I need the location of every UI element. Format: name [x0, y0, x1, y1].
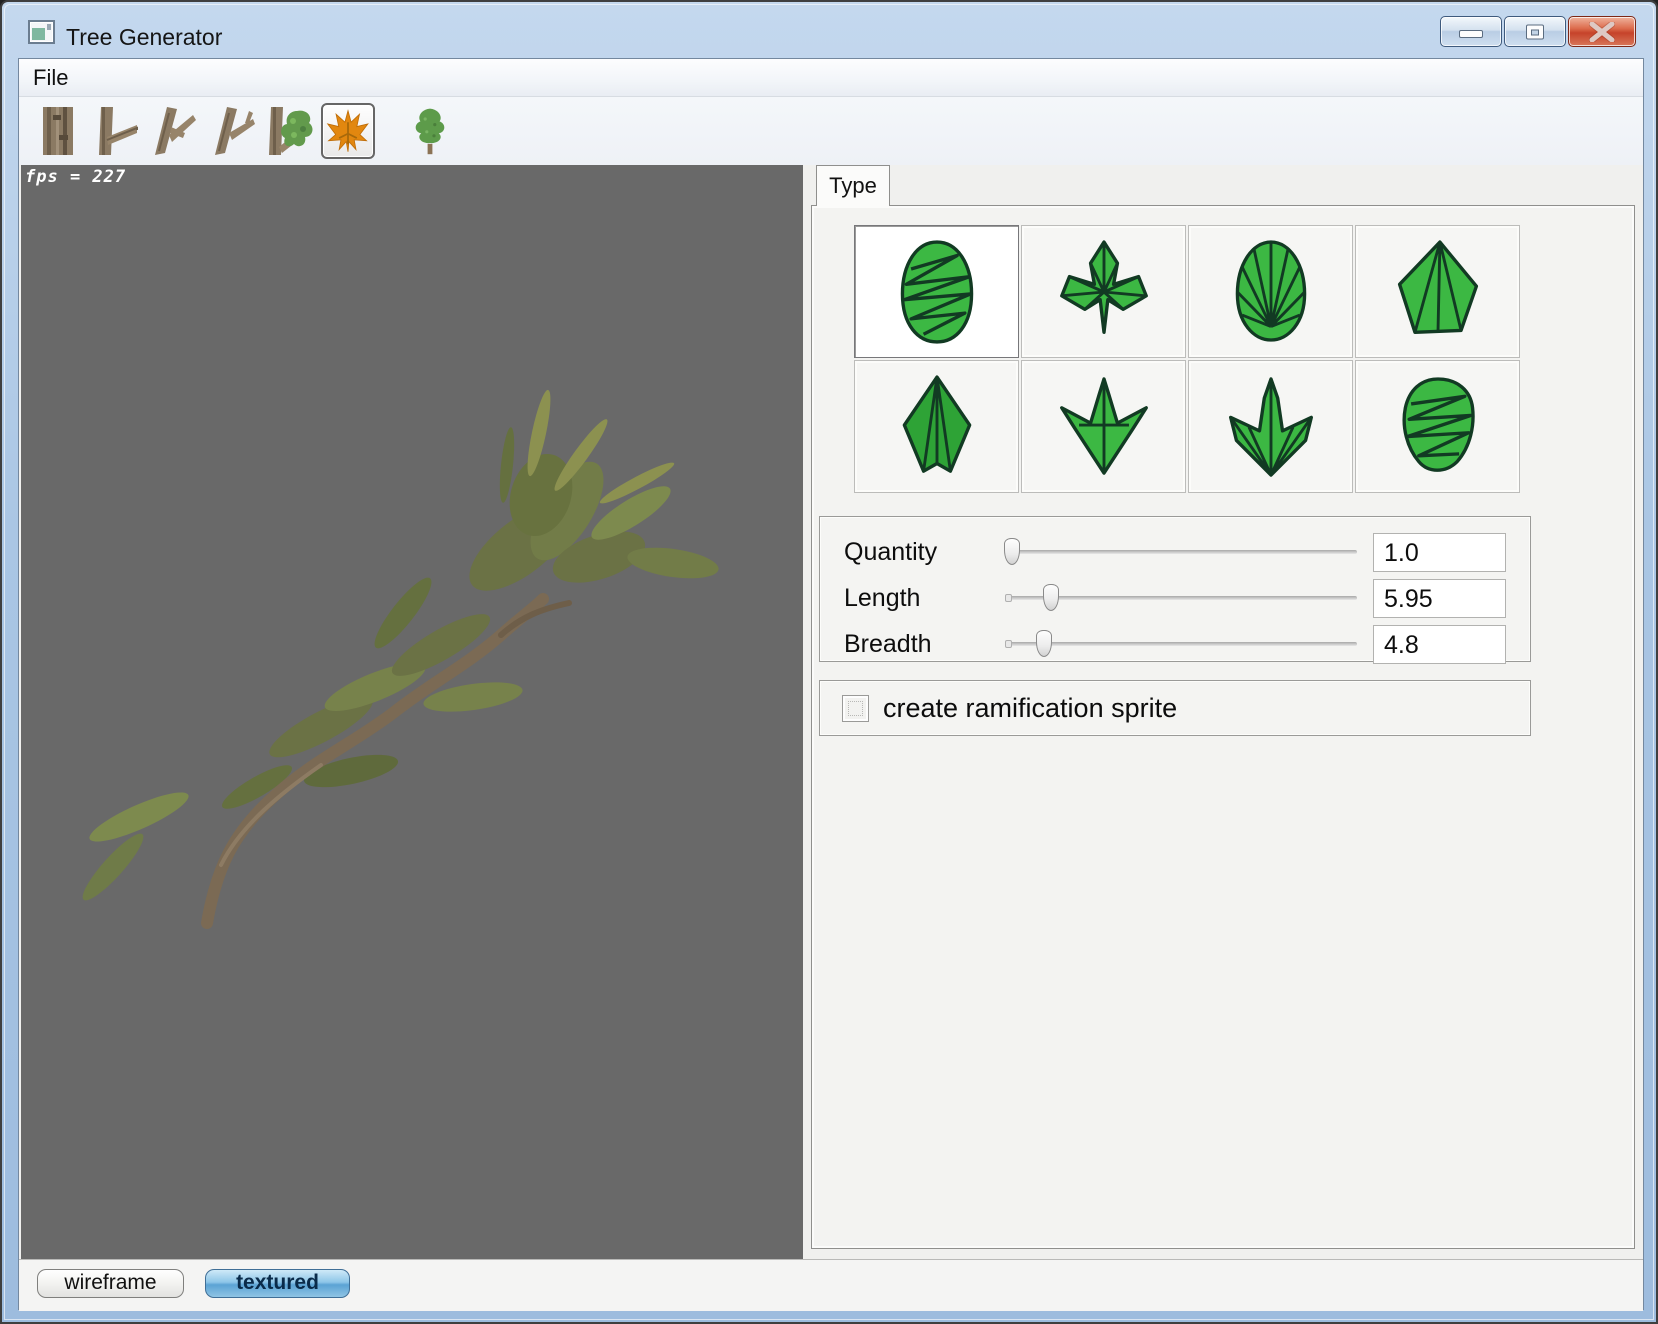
ivy-trilobe-leaf-icon [1056, 234, 1152, 350]
quantity-label: Quantity [844, 538, 937, 567]
minimize-button[interactable] [1440, 16, 1502, 47]
branch-render [21, 165, 803, 1259]
breadth-slider-tick [1005, 640, 1012, 648]
leaf-type-birdfoot-spikes[interactable] [1021, 360, 1186, 493]
birdfoot-spikes-leaf-icon [1056, 369, 1152, 485]
maximize-icon [1526, 24, 1544, 39]
close-icon [1589, 22, 1615, 42]
kite-fan-leaf-icon [1390, 234, 1486, 350]
menu-file[interactable]: File [19, 59, 82, 97]
length-slider-tick [1005, 594, 1012, 602]
leaf-type-ivy-trilobe[interactable] [1021, 225, 1186, 358]
oval-radial-fan-leaf-icon [1223, 234, 1319, 350]
footer-bar: wireframe textured [19, 1259, 1643, 1311]
tree-icon [410, 107, 450, 155]
app-window: Tree Generator File [0, 0, 1658, 1324]
breadth-slider-track[interactable] [1005, 642, 1357, 646]
breadth-slider-thumb[interactable] [1036, 630, 1052, 657]
length-slider[interactable] [1005, 575, 1357, 621]
quantity-slider-thumb[interactable] [1004, 538, 1020, 565]
menubar: File [19, 59, 1643, 97]
toolbar [19, 97, 1643, 165]
branch-foliage-icon [267, 107, 313, 155]
branch-twig-icon [209, 107, 255, 155]
toolbar-branch-twig-button[interactable] [205, 103, 259, 159]
render-viewport[interactable]: fps = 227 [21, 165, 803, 1259]
textured-button[interactable]: textured [205, 1269, 350, 1298]
close-button[interactable] [1568, 16, 1636, 47]
window-title: Tree Generator [66, 24, 222, 51]
leaf-shape-grid [854, 225, 1520, 493]
length-label: Length [844, 584, 920, 613]
breadth-slider[interactable] [1005, 621, 1357, 667]
leaf-parameters-group: Quantity Length [819, 516, 1531, 662]
ramification-checkbox[interactable] [842, 695, 869, 722]
ramification-group: create ramification sprite [819, 680, 1531, 736]
branch-forked-icon [151, 107, 197, 155]
breadth-label: Breadth [844, 630, 932, 659]
length-slider-thumb[interactable] [1043, 584, 1059, 611]
type-tab-content: Quantity Length [811, 205, 1635, 1249]
toolbar-trunk-button[interactable] [31, 103, 85, 159]
toolbar-branch-foliage-button[interactable] [263, 103, 317, 159]
leaf-type-pentagon-fan[interactable] [854, 360, 1019, 493]
branch-single-icon [93, 107, 139, 155]
properties-panel: Type [803, 165, 1643, 1259]
client-area: File [18, 58, 1644, 1310]
quantity-slider[interactable] [1005, 529, 1357, 575]
leaf-type-oval-radial-fan[interactable] [1188, 225, 1353, 358]
round-zigzag-leaf-icon [1390, 369, 1486, 485]
leaf-type-round-zigzag[interactable] [1355, 360, 1520, 493]
titlebar: Tree Generator [2, 2, 1656, 58]
pentagon-fan-leaf-icon [889, 369, 985, 485]
quantity-value-field[interactable] [1373, 533, 1506, 572]
breadth-value-field[interactable] [1373, 625, 1506, 664]
wireframe-button[interactable]: wireframe [37, 1269, 184, 1298]
fps-counter: fps = 227 [25, 167, 126, 187]
maple-leaf-icon [326, 109, 370, 153]
trunk-texture-icon [41, 107, 75, 155]
app-icon [28, 20, 55, 44]
quantity-slider-track[interactable] [1005, 550, 1357, 554]
oval-zigzag-leaf-icon [889, 234, 985, 350]
leaf-type-oval-zigzag[interactable] [854, 225, 1019, 358]
minimize-icon [1459, 30, 1483, 38]
tab-type[interactable]: Type [816, 165, 890, 206]
length-value-field[interactable] [1373, 579, 1506, 618]
maximize-button[interactable] [1504, 16, 1566, 47]
leaf-type-palmate-fan[interactable] [1188, 360, 1353, 493]
toolbar-branch-forked-button[interactable] [147, 103, 201, 159]
toolbar-tree-button[interactable] [403, 103, 457, 159]
ramification-label: create ramification sprite [883, 693, 1177, 724]
leaf-type-kite-fan[interactable] [1355, 225, 1520, 358]
toolbar-branch-single-button[interactable] [89, 103, 143, 159]
toolbar-maple-leaf-button[interactable] [321, 103, 375, 159]
palmate-fan-leaf-icon [1223, 369, 1319, 485]
